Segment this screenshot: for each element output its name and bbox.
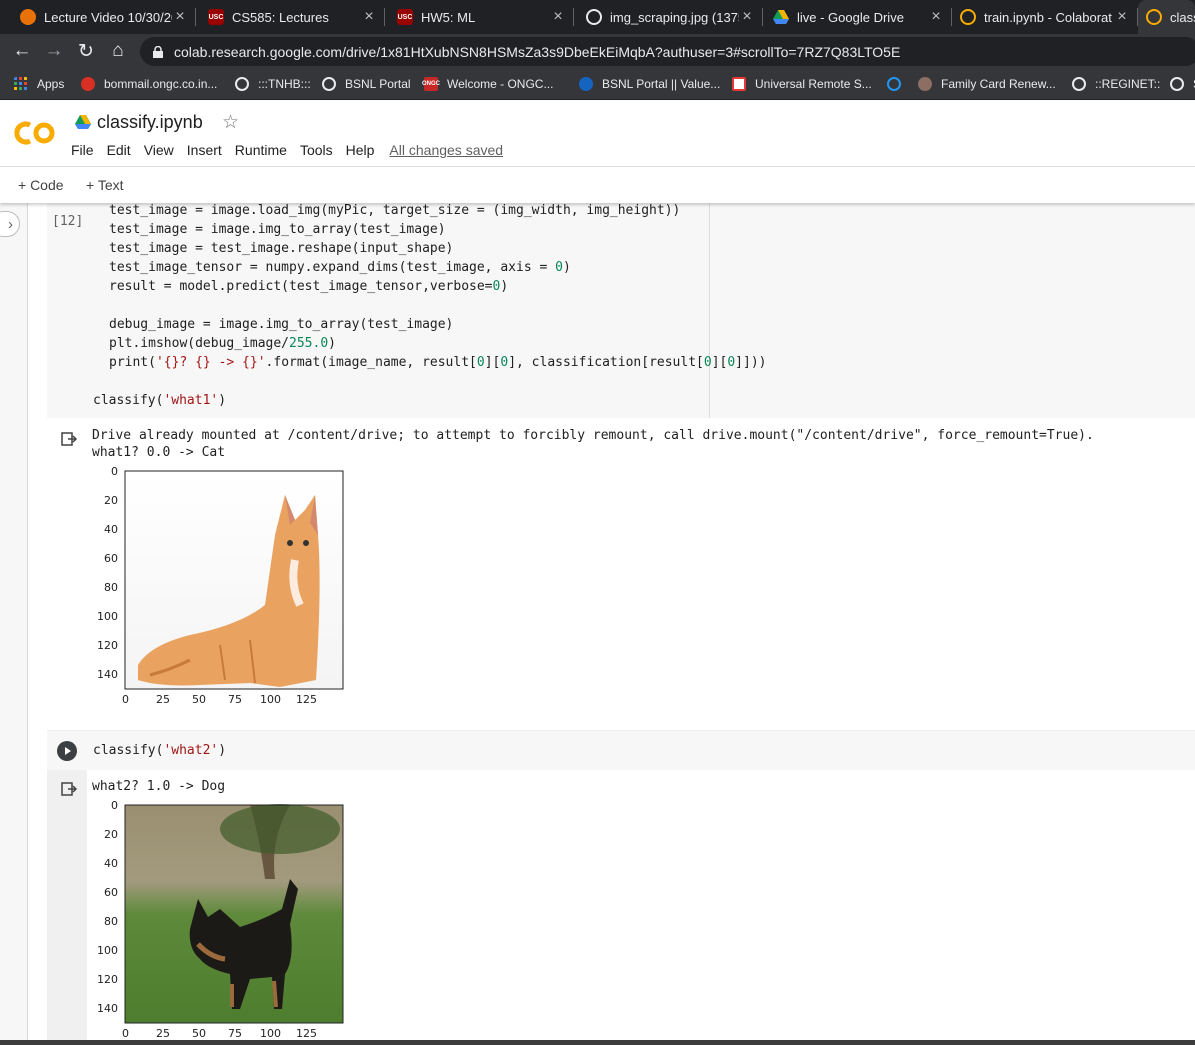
bookmark-ongc[interactable]: ONGC Welcome - ONGC... <box>422 75 553 93</box>
colab-logo-icon[interactable] <box>14 119 56 147</box>
code-line: test_image = image.load_img(myPic, targe… <box>109 203 681 218</box>
menu-file[interactable]: File <box>71 142 94 158</box>
star-icon[interactable]: ☆ <box>222 111 239 134</box>
menu-view[interactable]: View <box>144 142 174 158</box>
output-text: what2? 1.0 -> Dog <box>92 779 226 794</box>
menu-bar: File Edit View Insert Runtime Tools Help… <box>71 142 516 158</box>
menu-insert[interactable]: Insert <box>187 142 222 158</box>
close-icon[interactable]: × <box>928 8 944 26</box>
colab-icon <box>960 9 976 25</box>
output-gutter <box>47 770 87 1045</box>
output-text: Drive already mounted at /content/drive;… <box>92 428 1094 443</box>
browser-tab-strip: Lecture Video 10/30/20 × USC CS585: Lect… <box>0 0 1195 34</box>
taskbar-edge <box>0 1040 1195 1045</box>
bookmark-universal-remote[interactable]: Universal Remote S... <box>732 75 872 93</box>
colab-icon <box>1146 9 1162 25</box>
code-line: classify('what2') <box>93 743 227 758</box>
browser-toolbar: ← → ↻ ⌂ colab.research.google.com/drive/… <box>0 34 1195 69</box>
remote-icon <box>732 77 746 91</box>
bookmark-reginet[interactable]: ::REGINET:: <box>1072 75 1160 93</box>
close-icon[interactable]: × <box>1114 8 1130 26</box>
code-line: test_image = test_image.reshape(input_sh… <box>109 241 454 256</box>
menu-edit[interactable]: Edit <box>107 142 131 158</box>
bookmark-wheel[interactable] <box>887 75 910 93</box>
output-text: what1? 0.0 -> Cat <box>92 445 226 460</box>
lock-icon <box>153 45 163 58</box>
globe-icon <box>1170 77 1184 91</box>
menu-help[interactable]: Help <box>346 142 375 158</box>
bsnl-icon <box>579 77 593 91</box>
wheel-icon <box>887 77 901 91</box>
save-status[interactable]: All changes saved <box>389 142 503 158</box>
bookmark-apps[interactable]: Apps <box>14 75 64 93</box>
close-icon[interactable]: × <box>550 8 566 26</box>
code-line: test_image = image.img_to_array(test_ima… <box>109 222 446 237</box>
tab-train-ipynb[interactable]: train.ipynb - Colaborat × <box>952 0 1138 34</box>
notebook-area: › [12] test_image = image.load_img(myPic… <box>0 203 1195 1045</box>
insert-toolbar: + Code + Text <box>0 168 1195 203</box>
drive-icon[interactable] <box>75 115 91 129</box>
url-text: colab.research.google.com/drive/1x81HtXu… <box>174 43 901 60</box>
bookmark-s[interactable]: S <box>1170 75 1195 93</box>
output-icon[interactable] <box>61 431 77 447</box>
bookmark-tnhb[interactable]: :::TNHB::: <box>235 75 311 93</box>
menu-tools[interactable]: Tools <box>300 142 333 158</box>
cat-y-axis: 0 20 40 60 80 100 120 140 <box>97 465 118 681</box>
usc-icon: USC <box>397 9 413 25</box>
play-icon <box>65 747 71 755</box>
left-sidebar <box>0 203 28 1045</box>
code-line: plt.imshow(debug_image/255.0) <box>109 336 336 351</box>
bookmark-bommail[interactable]: bommail.ongc.co.in... <box>81 75 217 93</box>
drive-icon <box>773 10 789 24</box>
colab-header: classify.ipynb ☆ File Edit View Insert R… <box>0 100 1195 167</box>
run-cell-button[interactable] <box>57 741 77 761</box>
close-icon[interactable]: × <box>172 8 188 26</box>
cat-x-axis: 0 25 50 75 100 125 <box>122 693 317 706</box>
ongc-icon: ONGC <box>422 77 440 91</box>
image-plot-dog <box>90 799 350 1045</box>
close-icon[interactable]: × <box>739 8 755 26</box>
bookmarks-bar: Apps bommail.ongc.co.in... :::TNHB::: BS… <box>0 69 1195 100</box>
code-line: result = model.predict(test_image_tensor… <box>109 279 509 294</box>
code-line: print('{}? {} -> {}'.format(image_name, … <box>109 355 767 370</box>
close-icon[interactable]: × <box>361 8 377 26</box>
notebook-title[interactable]: classify.ipynb <box>97 112 203 133</box>
globe-icon <box>235 77 249 91</box>
tab-google-drive[interactable]: live - Google Drive × <box>763 0 952 34</box>
menu-runtime[interactable]: Runtime <box>235 142 287 158</box>
tab-classify-active[interactable]: class <box>1138 0 1195 34</box>
code-line: classify('what1') <box>93 393 227 408</box>
line-length-ruler <box>709 203 710 418</box>
image-plot-cat <box>90 465 350 715</box>
tab-cs585-lectures[interactable]: USC CS585: Lectures × <box>196 0 385 34</box>
usc-icon: USC <box>208 9 224 25</box>
tab-img-scraping[interactable]: img_scraping.jpg (1375 × <box>574 0 763 34</box>
forward-arrow-icon[interactable]: → <box>41 38 67 64</box>
reload-icon[interactable]: ↻ <box>73 38 99 64</box>
globe-icon <box>1072 77 1086 91</box>
add-code-button[interactable]: + Code <box>18 177 64 193</box>
tab-hw5-ml[interactable]: USC HW5: ML × <box>385 0 574 34</box>
card-icon <box>918 77 932 91</box>
code-line: test_image_tensor = numpy.expand_dims(te… <box>109 260 571 275</box>
home-icon[interactable]: ⌂ <box>105 38 131 64</box>
apps-grid-icon <box>14 77 27 90</box>
back-arrow-icon[interactable]: ← <box>9 38 35 64</box>
add-text-button[interactable]: + Text <box>86 177 124 193</box>
bookmark-bsnl-value[interactable]: BSNL Portal || Value... <box>579 75 720 93</box>
course-icon <box>20 9 36 25</box>
bookmark-family-card[interactable]: Family Card Renew... <box>918 75 1056 93</box>
mail-icon <box>81 77 95 91</box>
execution-count: [12] <box>52 214 84 229</box>
dog-y-axis: 0 20 40 60 80 100 120 140 <box>97 799 118 1015</box>
output-icon[interactable] <box>61 781 77 797</box>
address-bar[interactable]: colab.research.google.com/drive/1x81HtXu… <box>140 37 1195 66</box>
code-line: debug_image = image.img_to_array(test_im… <box>109 317 454 332</box>
bookmark-bsnl-portal[interactable]: BSNL Portal <box>322 75 411 93</box>
globe-icon <box>586 9 602 25</box>
globe-icon <box>322 77 336 91</box>
tab-lecture-video[interactable]: Lecture Video 10/30/20 × <box>0 0 196 34</box>
